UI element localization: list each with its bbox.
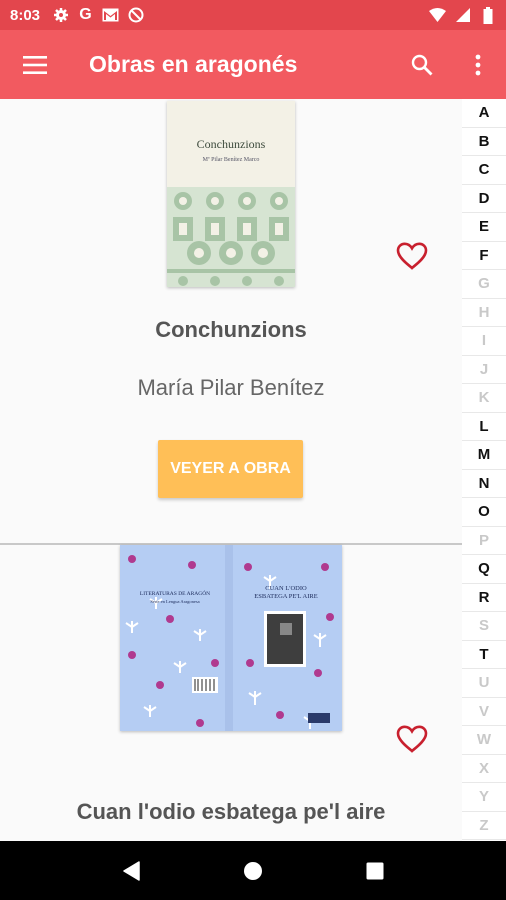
wifi-icon <box>429 7 446 24</box>
cover-title: Conchunzions <box>196 137 266 151</box>
alphabet-letter[interactable]: R <box>462 584 506 612</box>
status-time: 8:03 <box>10 6 41 24</box>
alphabet-letter: S <box>462 612 506 641</box>
menu-button[interactable] <box>0 30 70 99</box>
heart-outline-icon <box>396 242 428 270</box>
alphabet-letter: P <box>462 527 506 555</box>
alphabet-letter: Z <box>462 812 506 840</box>
no-data-icon <box>127 7 144 24</box>
alphabet-letter[interactable]: Q <box>462 555 506 584</box>
book-title: Conchunzions <box>155 317 307 342</box>
alphabet-letter: X <box>462 755 506 783</box>
battery-icon <box>479 6 496 24</box>
alphabet-letter[interactable]: D <box>462 185 506 213</box>
cover-author: Mª Pilar Benítez Marco <box>202 157 260 163</box>
alphabet-letter: H <box>462 299 506 327</box>
hamburger-menu-icon <box>23 55 47 74</box>
alphabet-letter: G <box>462 270 506 299</box>
book-list[interactable]: Conchunzions Mª Pilar Benítez Marco Conc… <box>0 99 462 841</box>
alphabet-letter[interactable]: C <box>462 156 506 185</box>
alphabet-letter[interactable]: L <box>462 413 506 441</box>
gmail-icon <box>102 7 119 24</box>
alphabet-letter[interactable]: T <box>462 641 506 669</box>
favorite-button[interactable] <box>394 721 430 757</box>
cover-book-title: CUAN L'ODIO ESBATEGA PE'L AIRE <box>254 585 318 600</box>
back-button[interactable] <box>111 851 151 891</box>
alphabet-letter[interactable]: E <box>462 213 506 242</box>
search-button[interactable] <box>394 30 450 99</box>
search-icon <box>411 54 433 75</box>
recents-button[interactable] <box>355 851 395 891</box>
home-circle-icon <box>244 861 262 880</box>
alphabet-letter[interactable]: B <box>462 128 506 156</box>
app-bar: Obras en aragonés <box>0 30 506 99</box>
book-author: María Pilar Benítez <box>137 375 325 400</box>
back-triangle-icon <box>123 860 140 881</box>
alphabet-letter[interactable]: N <box>462 470 506 498</box>
alphabet-letter: V <box>462 698 506 726</box>
alphabet-letter: K <box>462 384 506 413</box>
alphabet-index[interactable]: ABCDEFGHIJKLMNOPQRSTUVWXYZ <box>462 99 506 841</box>
favorite-button[interactable] <box>394 238 430 274</box>
book-card: LITERATURAS DE ARAGÓN Serie en Lengua Ar… <box>0 545 462 841</box>
book-card: Conchunzions Mª Pilar Benítez Marco Conc… <box>0 99 462 543</box>
home-button[interactable] <box>233 851 273 891</box>
alphabet-letter[interactable]: A <box>462 99 506 128</box>
book-cover[interactable]: Conchunzions Mª Pilar Benítez Marco <box>167 101 295 287</box>
cover-art <box>120 545 342 731</box>
alphabet-letter[interactable]: F <box>462 242 506 270</box>
signal-icon <box>454 7 471 24</box>
system-nav-bar <box>0 841 506 900</box>
cover-series-sub: Serie en Lengua Aragonesa <box>150 599 200 604</box>
cover-series: LITERATURAS DE ARAGÓN <box>139 591 211 597</box>
page-title: Obras en aragonés <box>89 51 298 77</box>
alphabet-letter: U <box>462 669 506 698</box>
alphabet-letter[interactable]: M <box>462 441 506 470</box>
recents-square-icon <box>366 862 384 879</box>
heart-outline-icon <box>396 725 428 753</box>
more-vert-icon <box>475 54 481 75</box>
alphabet-letter: I <box>462 327 506 356</box>
alphabet-letter: J <box>462 356 506 384</box>
alphabet-letter[interactable]: O <box>462 498 506 527</box>
view-book-button[interactable]: VEYER A OBRA <box>158 440 303 498</box>
alphabet-letter: Y <box>462 783 506 812</box>
book-cover[interactable]: LITERATURAS DE ARAGÓN Serie en Lengua Ar… <box>120 545 342 731</box>
alphabet-letter: W <box>462 726 506 755</box>
overflow-menu-button[interactable] <box>450 30 506 99</box>
status-bar: 8:03 G <box>0 0 506 30</box>
book-title: Cuan l'odio esbatega pe'l aire <box>76 799 386 824</box>
gear-icon <box>52 7 69 24</box>
google-icon: G <box>79 6 92 23</box>
cover-pattern <box>167 187 295 287</box>
